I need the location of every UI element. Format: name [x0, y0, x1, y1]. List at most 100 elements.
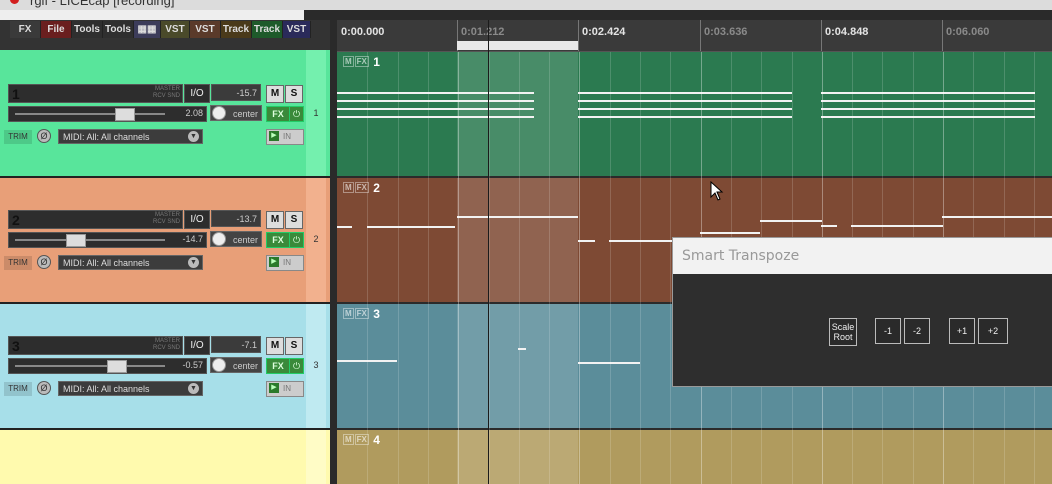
- item-lane-4[interactable]: M FX 4: [337, 430, 1052, 484]
- mouse-cursor-icon: [710, 181, 724, 201]
- item-mute-tag: M: [343, 434, 354, 445]
- mute-button[interactable]: M: [266, 337, 284, 355]
- item-mute-tag: M: [343, 56, 354, 67]
- midi-item-header: M FX 4: [343, 433, 380, 447]
- time-selection-bar[interactable]: [457, 41, 578, 50]
- pan-knob-icon[interactable]: [212, 358, 226, 372]
- solo-button[interactable]: S: [285, 211, 303, 229]
- midi-input-select[interactable]: MIDI: All: All channels ▼: [58, 255, 203, 270]
- toolbar-button-vst[interactable]: VST: [161, 21, 190, 38]
- solo-button[interactable]: S: [285, 337, 303, 355]
- fx-button[interactable]: FX: [266, 358, 290, 374]
- record-arm-button[interactable]: ▶ IN: [266, 129, 304, 145]
- item-fx-tag: FX: [354, 56, 369, 67]
- midi-input-select[interactable]: MIDI: All: All channels ▼: [58, 381, 203, 396]
- transpose-minus-2-button[interactable]: -2: [904, 318, 930, 344]
- smart-transpoze-dialog[interactable]: Smart Transpoze Scale Root -1 -2 +1 +2: [672, 237, 1052, 387]
- toolbar-button-vst-3[interactable]: VST: [283, 21, 311, 38]
- pan-knob-icon[interactable]: [212, 106, 226, 120]
- ruler-tick: [700, 20, 701, 51]
- fx-power-icon[interactable]: ⏻: [289, 358, 304, 374]
- io-button[interactable]: I/O: [184, 336, 210, 355]
- midi-note: [337, 360, 397, 362]
- input-label: IN: [283, 132, 291, 141]
- trim-button[interactable]: TRIM: [4, 130, 32, 144]
- pan-control[interactable]: center: [210, 357, 262, 373]
- toolbar-button-track-2[interactable]: Track: [252, 21, 283, 38]
- mute-button[interactable]: M: [266, 85, 284, 103]
- time-selection: [457, 304, 578, 428]
- toolbar-button-tools-2[interactable]: Tools: [103, 21, 134, 38]
- midi-note: [851, 225, 943, 227]
- track-name-field[interactable]: MASTER RCV SND: [8, 210, 183, 229]
- midi-input-select[interactable]: MIDI: All: All channels ▼: [58, 129, 203, 144]
- toolbar-button-fx[interactable]: FX: [10, 21, 41, 38]
- recording-icon: [10, 0, 19, 4]
- fx-power-icon[interactable]: ⏻: [289, 232, 304, 248]
- io-button[interactable]: I/O: [184, 210, 210, 229]
- master-send-label: MASTER RCV SND: [152, 86, 180, 99]
- pan-control[interactable]: center: [210, 105, 262, 121]
- chevron-down-icon: ▼: [188, 131, 199, 142]
- fader-track: [15, 239, 165, 241]
- fx-button[interactable]: FX: [266, 232, 290, 248]
- vu-meter: 1: [306, 50, 326, 176]
- play-icon: ▶: [269, 131, 279, 141]
- toolbar-button-track[interactable]: Track: [221, 21, 252, 38]
- transpose-plus-1-button[interactable]: +1: [949, 318, 975, 344]
- volume-fader[interactable]: 2.08: [8, 106, 207, 122]
- io-button[interactable]: I/O: [184, 84, 210, 103]
- time-selection: [457, 52, 578, 176]
- top-strip: [0, 10, 304, 20]
- scale-root-button[interactable]: Scale Root: [829, 318, 857, 346]
- item-fx-tag: FX: [354, 434, 369, 445]
- transpose-minus-1-button[interactable]: -1: [875, 318, 901, 344]
- playhead[interactable]: [488, 20, 489, 484]
- midi-note: [518, 348, 526, 350]
- fader-thumb[interactable]: [115, 108, 135, 121]
- record-arm-button[interactable]: ▶ IN: [266, 255, 304, 271]
- dialog-titlebar[interactable]: Smart Transpoze: [673, 238, 1052, 274]
- volume-fader[interactable]: -14.7: [8, 232, 207, 248]
- track-panel-4[interactable]: [0, 430, 330, 484]
- solo-button[interactable]: S: [285, 85, 303, 103]
- volume-readout[interactable]: -15.7: [211, 84, 261, 101]
- volume-readout[interactable]: -13.7: [211, 210, 261, 227]
- ruler-mark: 0:02.424: [582, 26, 626, 38]
- fx-button[interactable]: FX: [266, 106, 290, 122]
- phase-icon[interactable]: Ø: [37, 129, 51, 143]
- midi-note: [578, 92, 792, 94]
- track-panel-2[interactable]: MASTER RCV SND 2 I/O -13.7 M S -14.7 cent…: [0, 178, 330, 302]
- play-icon: ▶: [269, 383, 279, 393]
- master-send-label: MASTER RCV SND: [152, 338, 180, 351]
- phase-icon[interactable]: Ø: [37, 255, 51, 269]
- volume-fader[interactable]: -0.57: [8, 358, 207, 374]
- timeline-ruler[interactable]: 0:00.000 0:01.212 0:02.424 0:03.636 0:04…: [337, 20, 1052, 52]
- ruler-tick: [821, 20, 822, 51]
- toolbar-button-tools[interactable]: Tools: [72, 21, 103, 38]
- toolbar-button-grid-icon[interactable]: ▦▦: [134, 21, 161, 38]
- track-name-field[interactable]: MASTER RCV SND: [8, 336, 183, 355]
- mute-button[interactable]: M: [266, 211, 284, 229]
- midi-input-label: MIDI: All: All channels: [63, 132, 150, 142]
- phase-icon[interactable]: Ø: [37, 381, 51, 395]
- fx-power-icon[interactable]: ⏻: [289, 106, 304, 122]
- trim-button[interactable]: TRIM: [4, 256, 32, 270]
- fader-thumb[interactable]: [107, 360, 127, 373]
- track-panel-1[interactable]: MASTER RCV SND 1 I/O -15.7 M S 2.08 cente…: [0, 50, 330, 176]
- item-lane-1[interactable]: M FX 1: [337, 52, 1052, 176]
- track-panel-3[interactable]: MASTER RCV SND 3 I/O -7.1 M S -0.57 cente…: [0, 304, 330, 428]
- track-name-field[interactable]: MASTER RCV SND: [8, 84, 183, 103]
- trim-button[interactable]: TRIM: [4, 382, 32, 396]
- toolbar-button-file[interactable]: File: [41, 21, 72, 38]
- transpose-plus-2-button[interactable]: +2: [978, 318, 1008, 344]
- volume-readout[interactable]: -7.1: [211, 336, 261, 353]
- track-number: 2: [12, 212, 20, 228]
- fader-thumb[interactable]: [66, 234, 86, 247]
- record-arm-button[interactable]: ▶ IN: [266, 381, 304, 397]
- pan-knob-icon[interactable]: [212, 232, 226, 246]
- item-mute-tag: M: [343, 182, 354, 193]
- toolbar-button-vst-2[interactable]: VST: [190, 21, 221, 38]
- pan-control[interactable]: center: [210, 231, 262, 247]
- midi-note: [821, 225, 837, 227]
